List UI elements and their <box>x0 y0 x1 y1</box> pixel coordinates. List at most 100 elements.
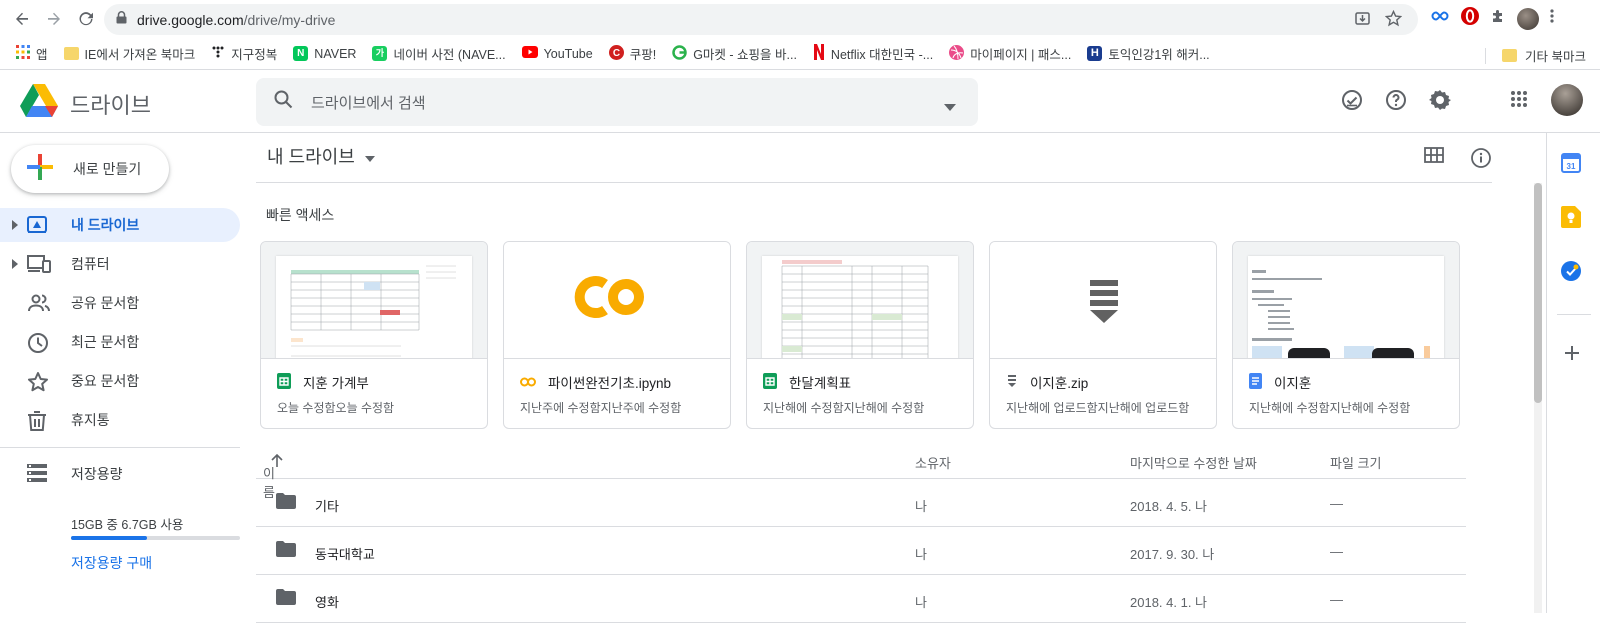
reload-icon[interactable] <box>70 3 102 35</box>
table-row[interactable]: 동국대학교 나 2017. 9. 30. 나 — <box>256 527 1466 575</box>
bookmark-label: NAVER <box>314 46 357 61</box>
spreadsheet-preview <box>290 265 456 357</box>
buy-storage-link[interactable]: 저장용량 구매 <box>71 553 152 573</box>
bookmark-star-icon[interactable] <box>1384 9 1403 32</box>
account-avatar[interactable] <box>1551 84 1583 116</box>
sheets-icon <box>277 372 291 392</box>
bookmark-naver[interactable]: N NAVER <box>293 46 356 61</box>
browser-menu-icon[interactable] <box>1549 8 1555 29</box>
shared-icon <box>27 293 51 316</box>
info-icon[interactable] <box>1470 147 1492 174</box>
other-bookmarks-label: 기타 북마크 <box>1525 50 1586 64</box>
sidebar-item-starred[interactable]: 중요 문서함 <box>0 364 240 398</box>
bookmark-mypage[interactable]: 마이페이지 | 패스... <box>949 44 1071 63</box>
gmarket-icon <box>672 44 687 63</box>
sort-arrow-up-icon[interactable] <box>271 453 283 470</box>
file-owner: 나 <box>915 547 927 562</box>
youtube-icon <box>521 46 538 61</box>
folder-icon <box>63 47 79 60</box>
forward-icon[interactable] <box>38 3 70 35</box>
tasks-icon[interactable] <box>1561 261 1581 286</box>
help-icon[interactable] <box>1384 88 1408 117</box>
offline-ready-icon[interactable] <box>1340 88 1364 117</box>
bookmark-gmarket[interactable]: G마켓 - 쇼핑을 바... <box>672 44 797 63</box>
sidebar-item-recent[interactable]: 최근 문서함 <box>0 325 240 359</box>
expand-arrow-icon[interactable] <box>12 217 18 233</box>
bookmark-ie-folder[interactable]: IE에서 가져온 북마크 <box>63 44 195 63</box>
file-modified: 2018. 4. 5. 나 <box>1130 499 1208 514</box>
naver-dict-icon: 가 <box>372 46 388 61</box>
column-size[interactable]: 파일 크기 <box>1330 453 1381 472</box>
my-drive-icon <box>27 215 47 238</box>
bookmark-naver-dict[interactable]: 가 네이버 사전 (NAVE... <box>372 44 506 63</box>
quick-access-cards: 지훈 가계부 오늘 수정함오늘 수정함 파이썬완전기초.ipynb 지난주에 수… <box>260 241 1460 429</box>
sidebar-item-label: 공유 문서함 <box>71 295 140 311</box>
other-bookmarks[interactable]: 기타 북마크 <box>1485 46 1586 65</box>
document-preview <box>1252 270 1430 358</box>
table-row[interactable]: 기타 나 2018. 4. 5. 나 — <box>256 479 1466 527</box>
file-owner: 나 <box>915 499 927 514</box>
quick-access-card[interactable]: 한달계획표 지난해에 수정함지난해에 수정함 <box>746 241 974 429</box>
install-icon[interactable] <box>1354 10 1371 32</box>
file-name: 한달계획표 <box>789 376 852 391</box>
sidebar-item-trash[interactable]: 휴지통 <box>0 403 240 437</box>
bookmark-youtube[interactable]: YouTube <box>521 46 593 61</box>
column-name[interactable]: 이름 <box>263 453 283 500</box>
sidebar-item-my-drive[interactable]: 내 드라이브 <box>0 208 240 242</box>
column-modified[interactable]: 마지막으로 수정한 날짜 <box>1130 453 1257 472</box>
settings-gear-icon[interactable] <box>1428 88 1452 117</box>
address-bar[interactable]: drive.google.com/drive/my-drive <box>104 4 1418 35</box>
quick-access-card[interactable]: 이지훈 지난해에 수정함지난해에 수정함 <box>1232 241 1460 429</box>
storage-label: 저장용량 <box>71 466 123 482</box>
bookmark-label: 네이버 사전 (NAVE... <box>393 48 506 62</box>
grid-view-icon[interactable] <box>1424 147 1444 174</box>
sheets-icon <box>763 372 777 392</box>
bookmark-coupang[interactable]: C 쿠팡! <box>608 44 657 63</box>
back-icon[interactable] <box>6 3 38 35</box>
quick-access-card[interactable]: 파이썬완전기초.ipynb 지난주에 수정함지난주에 수정함 <box>503 241 731 429</box>
opera-extension-icon[interactable] <box>1460 6 1480 31</box>
bookmark-apps[interactable]: 앱 <box>16 44 48 63</box>
table-row[interactable]: 영화 나 2018. 4. 1. 나 — <box>256 575 1466 623</box>
extension-link-icon[interactable] <box>1430 9 1450 28</box>
add-addon-icon[interactable] <box>1565 346 1579 365</box>
drive-logo-icon <box>20 84 58 123</box>
bookmark-jiguzeongbok[interactable]: 지구정복 <box>211 44 277 63</box>
quick-access-card[interactable]: 지훈 가계부 오늘 수정함오늘 수정함 <box>260 241 488 429</box>
svg-text:31: 31 <box>1567 162 1576 171</box>
file-name: 이지훈 <box>1274 376 1312 391</box>
file-name: 영화 <box>315 595 339 610</box>
thumbnail-page <box>1248 256 1444 358</box>
bookmark-netflix[interactable]: Netflix 대한민국 -... <box>813 44 933 63</box>
column-owner[interactable]: 소유자 <box>915 453 951 472</box>
page-title[interactable]: 내 드라이브 <box>267 143 375 169</box>
file-thumbnail <box>1233 242 1459 359</box>
file-activity: 지난해에 업로드함지난해에 업로드함 <box>1006 401 1190 415</box>
folder-icon <box>276 589 296 608</box>
search-box[interactable]: 드라이브에서 검색 <box>256 78 978 126</box>
google-apps-icon[interactable] <box>1510 90 1528 113</box>
scrollbar-thumb[interactable] <box>1534 183 1542 403</box>
bookmark-label: 쿠팡! <box>629 48 657 62</box>
keep-icon[interactable] <box>1561 206 1581 233</box>
search-input[interactable]: 드라이브에서 검색 <box>311 92 426 113</box>
drive-logo[interactable]: 드라이브 <box>20 84 151 123</box>
expand-arrow-icon[interactable] <box>12 256 18 272</box>
colab-icon <box>520 375 536 390</box>
profile-avatar[interactable] <box>1517 7 1539 30</box>
bookmark-hackers[interactable]: H 토익인강1위 해커... <box>1087 44 1210 63</box>
search-options-icon[interactable] <box>944 98 956 116</box>
sidebar-item-storage[interactable]: 저장용량 <box>0 457 240 491</box>
extensions-puzzle-icon[interactable] <box>1490 8 1507 30</box>
new-button[interactable]: 새로 만들기 <box>11 145 169 193</box>
thumbnail-page <box>762 256 958 358</box>
computers-icon <box>27 254 51 277</box>
star-icon <box>27 371 49 396</box>
sidebar-item-shared[interactable]: 공유 문서함 <box>0 286 240 320</box>
search-icon[interactable] <box>274 90 293 114</box>
file-name: 기타 <box>315 499 339 514</box>
calendar-icon[interactable]: 31 <box>1561 153 1581 178</box>
sidebar-item-computers[interactable]: 컴퓨터 <box>0 247 240 281</box>
main-scrollbar[interactable] <box>1534 183 1542 613</box>
quick-access-card[interactable]: 이지훈.zip 지난해에 업로드함지난해에 업로드함 <box>989 241 1217 429</box>
